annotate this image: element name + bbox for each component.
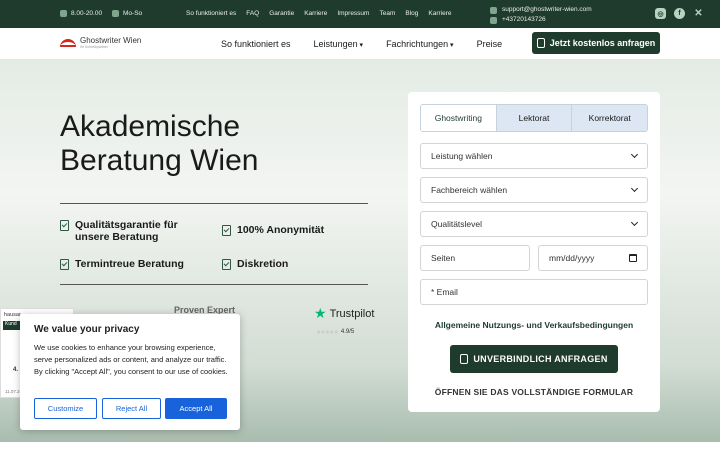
site-logo[interactable]: Ghostwriter Wien Ihr Schreibpartner — [60, 37, 141, 49]
top-nav-link-career[interactable]: Karriere — [304, 10, 327, 17]
chevron-down-icon — [630, 150, 639, 159]
phone-link[interactable]: +43720143726 — [502, 15, 546, 25]
rating-stars-icon: ★★★★★ — [316, 330, 339, 336]
divider — [60, 284, 368, 285]
nav-fields-label: Fachrichtungen — [386, 39, 449, 49]
submit-request-label: UNVERBINDLICH ANFRAGEN — [473, 354, 608, 364]
calendar-icon — [112, 10, 119, 17]
review-widget-date: 11.07.2 — [5, 389, 20, 394]
top-nav-link-guarantee[interactable]: Garantie — [269, 10, 294, 17]
nav-services[interactable]: Leistungen — [314, 39, 364, 49]
contact-info: support@ghostwriter-wien.com +4372014372… — [490, 5, 592, 25]
instagram-icon[interactable]: ◎ — [655, 8, 666, 19]
clock-icon — [60, 10, 67, 17]
email-field[interactable]: * Email — [420, 279, 648, 305]
service-select[interactable]: Leistung wählen — [420, 143, 648, 169]
hours-text: 8.00-20.00 — [71, 10, 103, 17]
request-form-card: Ghostwriting Lektorat Korrektorat Leistu… — [408, 92, 660, 412]
review-widget-score: 4. — [13, 367, 19, 373]
bookmark-check-icon — [60, 220, 69, 231]
trustpilot-rating-value: 4.9/5 — [340, 329, 355, 335]
top-nav-link-team[interactable]: Team — [379, 10, 395, 17]
top-nav-link-how-it-works[interactable]: So funktioniert es — [186, 10, 236, 17]
pages-placeholder: Seiten — [431, 253, 456, 263]
top-nav: So funktioniert es FAQ Garantie Karriere… — [186, 10, 452, 17]
terms-link[interactable]: Allgemeine Nutzungs- und Verkaufsbedingu… — [408, 320, 660, 330]
top-nav-link-career-2[interactable]: Karriere — [428, 10, 451, 17]
opening-days: Mo-So — [112, 10, 142, 17]
date-input[interactable]: mm/dd/yyyy — [538, 245, 648, 271]
service-tabs: Ghostwriting Lektorat Korrektorat — [420, 104, 648, 132]
logo-mark-icon — [60, 39, 76, 47]
trustpilot-logo[interactable]: ★ Trustpilot — [314, 305, 374, 322]
tab-korrektorat[interactable]: Korrektorat — [571, 105, 647, 131]
cookie-customize-button[interactable]: Customize — [34, 398, 97, 419]
divider — [60, 203, 368, 204]
service-select-value: Leistung wählen — [431, 151, 493, 161]
open-full-form-link[interactable]: ÖFFNEN SIE DAS VOLLSTÄNDIGE FORMULAR — [408, 387, 660, 397]
mail-icon — [490, 6, 497, 14]
request-free-button[interactable]: Jetzt kostenlos anfragen — [532, 32, 660, 54]
cookie-accept-button[interactable]: Accept All — [165, 398, 227, 419]
quality-level-select[interactable]: Qualitätslevel — [420, 211, 648, 237]
main-nav: So funktioniert es Leistungen Fachrichtu… — [221, 39, 502, 49]
nav-fields[interactable]: Fachrichtungen — [386, 39, 454, 49]
date-placeholder: mm/dd/yyyy — [549, 253, 595, 263]
submit-request-button[interactable]: UNVERBINDLICH ANFRAGEN — [450, 345, 618, 373]
phone-icon — [490, 16, 497, 24]
trustpilot-rating: ★★★★★ 4.9/5 — [316, 329, 354, 336]
top-bar: 8.00-20.00 Mo-So So funktioniert es FAQ … — [0, 0, 720, 28]
bookmark-check-icon — [222, 225, 231, 236]
nav-services-label: Leistungen — [313, 39, 358, 49]
opening-hours: 8.00-20.00 — [60, 10, 102, 17]
email-link[interactable]: support@ghostwriter-wien.com — [502, 5, 592, 15]
quality-level-value: Qualitätslevel — [431, 219, 483, 229]
feature-quality: Qualitätsgarantie für unsere Beratung — [60, 219, 210, 243]
feature-discretion-text: Diskretion — [237, 258, 289, 270]
feature-quality-text: Qualitätsgarantie für unsere Beratung — [75, 219, 178, 243]
trustpilot-star-icon: ★ — [314, 305, 327, 321]
logo-text: Ghostwriter Wien — [80, 36, 142, 45]
field-select-value: Fachbereich wählen — [431, 185, 508, 195]
feature-punctuality: Termintreue Beratung — [60, 258, 184, 270]
feature-punctuality-text: Termintreue Beratung — [75, 258, 184, 270]
x-twitter-icon[interactable]: ✕ — [693, 8, 704, 19]
bookmark-check-icon — [60, 259, 69, 270]
email-placeholder: * Email — [431, 287, 458, 297]
chevron-down-icon — [630, 184, 639, 193]
feature-anonymity-text: 100% Anonymität — [237, 224, 325, 236]
document-icon — [536, 38, 545, 48]
hero-title-line2: Beratung Wien — [60, 144, 259, 177]
request-free-label: Jetzt kostenlos anfragen — [549, 38, 656, 48]
main-header: Ghostwriter Wien Ihr Schreibpartner So f… — [0, 28, 720, 60]
facebook-icon[interactable]: f — [674, 8, 685, 19]
feature-discretion: Diskretion — [222, 258, 288, 270]
tab-ghostwriting[interactable]: Ghostwriting — [421, 105, 496, 131]
days-text: Mo-So — [123, 10, 143, 17]
hero-title-line1: Akademische — [60, 110, 241, 143]
chevron-down-icon — [630, 218, 639, 227]
hero-title: Akademische Beratung Wien — [60, 110, 258, 178]
calendar-icon[interactable] — [629, 254, 637, 262]
tab-lektorat[interactable]: Lektorat — [495, 105, 572, 131]
cookie-body: We use cookies to enhance your browsing … — [34, 343, 228, 376]
document-icon — [460, 354, 469, 364]
field-select[interactable]: Fachbereich wählen — [420, 177, 648, 203]
cookie-consent-dialog: We value your privacy We use cookies to … — [20, 314, 240, 430]
top-nav-link-blog[interactable]: Blog — [405, 10, 418, 17]
pages-input[interactable]: Seiten — [420, 245, 530, 271]
nav-prices[interactable]: Preise — [477, 39, 503, 49]
bookmark-check-icon — [222, 259, 231, 270]
trustpilot-text: Trustpilot — [329, 307, 375, 320]
top-nav-link-imprint[interactable]: Impressum — [337, 10, 369, 17]
cookie-reject-button[interactable]: Reject All — [102, 398, 161, 419]
cookie-title: We value your privacy — [34, 324, 140, 335]
logo-subtitle: Ihr Schreibpartner — [80, 45, 109, 49]
feature-anonymity: 100% Anonymität — [222, 224, 324, 236]
top-nav-link-faq[interactable]: FAQ — [246, 10, 259, 17]
social-links: ◎ f ✕ — [655, 8, 704, 19]
nav-how-it-works[interactable]: So funktioniert es — [221, 39, 291, 49]
